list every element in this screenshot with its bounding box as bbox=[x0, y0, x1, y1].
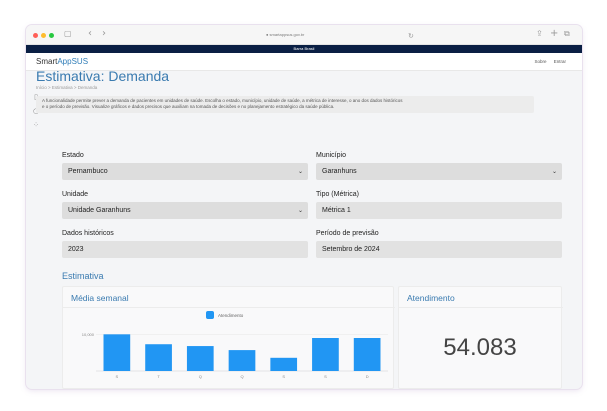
y-tick-label: 10,000 bbox=[82, 332, 95, 337]
new-tab-icon[interactable]: + bbox=[550, 28, 558, 40]
unidade-select[interactable]: Unidade Garanhuns ⌄ bbox=[62, 202, 308, 219]
weekly-average-title: Média semanal bbox=[71, 293, 129, 303]
dados-historicos-value: 2023 bbox=[68, 246, 84, 253]
chevron-down-icon: ⌄ bbox=[551, 168, 557, 175]
municipio-label: Município bbox=[316, 152, 346, 159]
gov-bar: Barra Brasil bbox=[26, 45, 582, 53]
top-nav: Sobre Entrar bbox=[528, 58, 566, 66]
forward-icon[interactable]: › bbox=[102, 28, 106, 40]
logo-prefix: Smart bbox=[36, 57, 58, 66]
x-tick-label: Q bbox=[240, 374, 243, 379]
page-description: A funcionalidade permite prever a demand… bbox=[36, 96, 534, 113]
address-bar[interactable]: ● smartappsus.gov.br bbox=[266, 31, 304, 39]
x-tick-label: S bbox=[324, 374, 327, 379]
tabs-overview-icon[interactable]: ⧉ bbox=[564, 28, 570, 40]
legend-swatch bbox=[206, 311, 214, 319]
legend-label: Atendimento bbox=[218, 313, 244, 318]
logo[interactable]: SmartAppSUS bbox=[36, 57, 88, 67]
x-tick-label: S bbox=[116, 374, 119, 379]
chart-bar bbox=[353, 338, 381, 371]
gov-bar-label[interactable]: Barra Brasil bbox=[294, 46, 315, 51]
browser-toolbar: ▢ ‹ › ● smartappsus.gov.br ↻ ⇪ + ⧉ bbox=[26, 25, 582, 45]
reload-icon[interactable]: ↻ bbox=[408, 30, 414, 42]
estado-label: Estado bbox=[62, 152, 84, 159]
x-tick-label: Q bbox=[199, 374, 202, 379]
municipio-select[interactable]: Garanhuns ⌄ bbox=[316, 163, 562, 180]
x-tick-label: D bbox=[366, 374, 369, 379]
logo-accent: AppSUS bbox=[57, 57, 89, 66]
periodo-previsao-label: Período de previsão bbox=[316, 230, 379, 237]
municipio-value: Garanhuns bbox=[322, 168, 357, 175]
url-text: smartappsus.gov.br bbox=[269, 32, 305, 37]
estado-select[interactable]: Pernambuco ⌄ bbox=[62, 163, 308, 180]
periodo-previsao-value: Setembro de 2024 bbox=[322, 246, 380, 253]
x-tick-label: T bbox=[157, 374, 160, 379]
grid-icon[interactable]: ⁘ bbox=[32, 121, 40, 129]
weekly-bar-chart: Atendimento 10,000 S T Q Q S S D bbox=[82, 311, 388, 379]
page-title: Estimativa: Demanda bbox=[36, 68, 170, 84]
chart-bar bbox=[145, 344, 172, 371]
unidade-label: Unidade bbox=[62, 191, 89, 198]
close-window-button[interactable] bbox=[33, 33, 38, 38]
attendance-title: Atendimento bbox=[407, 293, 455, 303]
x-tick-label: S bbox=[282, 374, 285, 379]
tipo-field[interactable]: Métrica 1 bbox=[316, 202, 562, 219]
chart-bar bbox=[103, 334, 131, 371]
dados-historicos-field[interactable]: 2023 bbox=[62, 241, 308, 258]
tipo-label: Tipo (Métrica) bbox=[316, 191, 359, 198]
chevron-down-icon: ⌄ bbox=[297, 168, 303, 175]
estado-value: Pernambuco bbox=[68, 168, 108, 175]
chevron-down-icon: ⌄ bbox=[297, 207, 303, 214]
chart-bar bbox=[186, 346, 214, 371]
dados-historicos-label: Dados históricos bbox=[62, 230, 114, 237]
back-icon[interactable]: ‹ bbox=[88, 28, 92, 40]
card-divider bbox=[399, 307, 563, 308]
chart-bar bbox=[270, 357, 298, 371]
breadcrumb[interactable]: Início > Estimativa > Demanda bbox=[36, 85, 97, 91]
estimativa-section-title: Estimativa bbox=[62, 271, 104, 281]
description-line-2: e o período de previsão. Visualize gráfi… bbox=[42, 104, 335, 109]
sidebar-toggle-icon[interactable]: ▢ bbox=[64, 28, 72, 40]
attendance-value: 54.083 bbox=[443, 334, 517, 361]
minimize-window-button[interactable] bbox=[41, 33, 46, 38]
chart-bar bbox=[228, 350, 256, 371]
unidade-value: Unidade Garanhuns bbox=[68, 207, 131, 214]
tipo-value: Métrica 1 bbox=[322, 207, 351, 214]
chart-bar bbox=[312, 338, 339, 371]
nav-link-sobre[interactable]: Sobre bbox=[534, 59, 546, 64]
nav-link-entrar[interactable]: Entrar bbox=[554, 59, 566, 64]
periodo-previsao-field[interactable]: Setembro de 2024 bbox=[316, 241, 562, 258]
maximize-window-button[interactable] bbox=[49, 33, 54, 38]
share-icon[interactable]: ⇪ bbox=[536, 28, 543, 40]
